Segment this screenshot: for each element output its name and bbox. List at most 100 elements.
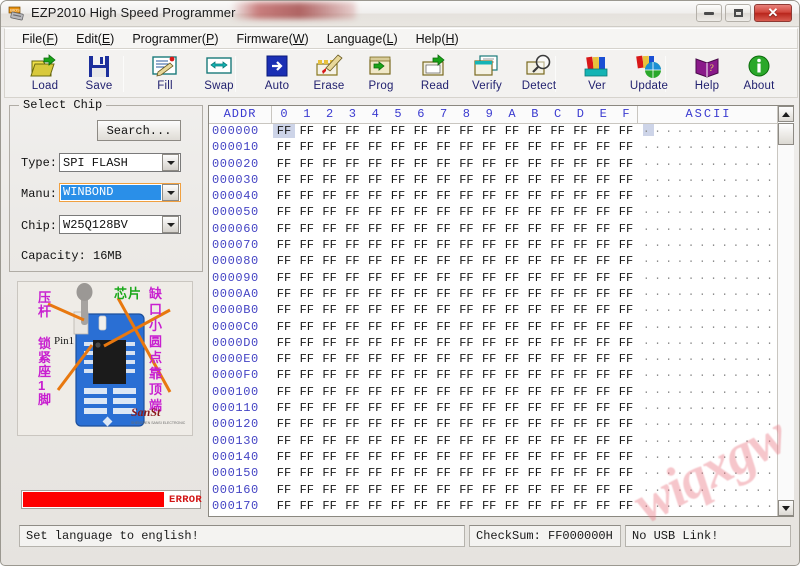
hex-byte-cell[interactable]: FF [319,352,341,366]
hex-byte-cell[interactable]: FF [341,385,363,399]
hex-byte-cell[interactable]: FF [410,205,432,219]
hex-byte-cell[interactable]: FF [364,254,386,268]
hex-byte-cell[interactable]: FF [273,254,295,268]
hex-byte-cell[interactable]: FF [296,173,318,187]
hex-byte-cell[interactable]: FF [273,368,295,382]
hex-byte-cell[interactable]: FF [387,271,409,285]
hex-byte-cell[interactable]: FF [410,368,432,382]
hex-byte-cell[interactable]: FF [319,417,341,431]
hex-byte-cell[interactable]: FF [524,124,546,138]
hex-byte-cell[interactable]: FF [524,417,546,431]
hex-rows-container[interactable]: 000000 FF FF FF FF FF FF FF FF FF FF FF FF FF FF FF FF..… [209,124,778,517]
hex-byte-cell[interactable]: FF [410,287,432,301]
hex-byte-cell[interactable]: FF [410,336,432,350]
menu-item-language[interactable]: Language(L) [318,30,407,48]
hex-byte-cell[interactable]: FF [615,434,637,448]
hex-byte-cell[interactable]: FF [569,287,591,301]
hex-byte-cell[interactable]: FF [547,401,569,415]
hex-byte-cell[interactable]: FF [410,173,432,187]
hex-byte-cell[interactable]: FF [455,434,477,448]
hex-byte-cell[interactable]: FF [547,434,569,448]
hex-byte-cell[interactable]: FF [364,434,386,448]
hex-byte-cell[interactable]: FF [455,450,477,464]
hex-byte-cell[interactable]: FF [501,483,523,497]
menu-item-edit[interactable]: Edit(E) [67,30,123,48]
hex-byte-cell[interactable]: FF [273,483,295,497]
hex-byte-cell[interactable]: FF [547,287,569,301]
hex-byte-cell[interactable]: FF [547,189,569,203]
hex-byte-cell[interactable]: FF [478,271,500,285]
hex-byte-cell[interactable]: FF [455,124,477,138]
hex-byte-cell[interactable]: FF [387,238,409,252]
hex-byte-cell[interactable]: FF [341,499,363,513]
hex-byte-cell[interactable]: FF [524,222,546,236]
hex-byte-cell[interactable]: FF [433,417,455,431]
hex-byte-cell[interactable]: FF [524,401,546,415]
hex-byte-cell[interactable]: FF [341,254,363,268]
hex-byte-cell[interactable]: FF [410,434,432,448]
menu-item-firmware[interactable]: Firmware(W) [227,30,317,48]
hex-byte-cell[interactable]: FF [478,450,500,464]
hex-byte-cell[interactable]: FF [455,352,477,366]
hex-byte-cell[interactable]: FF [524,336,546,350]
hex-byte-cell[interactable]: FF [410,271,432,285]
hex-byte-cell[interactable]: FF [615,320,637,334]
hex-byte-cell[interactable]: FF [273,434,295,448]
hex-ascii-cell[interactable]: ................ [643,287,778,299]
hex-byte-cell[interactable]: FF [455,466,477,480]
hex-byte-cell[interactable]: FF [524,205,546,219]
hex-byte-cell[interactable]: FF [387,205,409,219]
hex-byte-cell[interactable]: FF [433,466,455,480]
hex-byte-cell[interactable]: FF [341,140,363,154]
hex-byte-cell[interactable]: FF [615,499,637,513]
hex-byte-cell[interactable]: FF [455,222,477,236]
hex-byte-cell[interactable]: FF [433,368,455,382]
hex-byte-cell[interactable]: FF [341,287,363,301]
hex-byte-cell[interactable]: FF [387,254,409,268]
hex-byte-cell[interactable]: FF [455,254,477,268]
hex-byte-cell[interactable]: FF [455,368,477,382]
hex-byte-cell[interactable]: FF [410,352,432,366]
chevron-down-icon[interactable] [162,154,179,171]
hex-byte-cell[interactable]: FF [547,499,569,513]
hex-byte-cell[interactable]: FF [455,483,477,497]
hex-byte-cell[interactable]: FF [478,320,500,334]
hex-byte-cell[interactable]: FF [319,140,341,154]
hex-byte-cell[interactable]: FF [319,254,341,268]
hex-byte-cell[interactable]: FF [592,303,614,317]
hex-byte-cell[interactable]: FF [433,352,455,366]
hex-byte-cell[interactable]: FF [501,320,523,334]
hex-byte-cell[interactable]: FF [547,385,569,399]
hex-byte-cell[interactable]: FF [569,499,591,513]
hex-byte-cell[interactable]: FF [319,205,341,219]
hex-byte-cell[interactable]: FF [364,157,386,171]
hex-byte-cell[interactable]: FF [319,385,341,399]
hex-byte-cell[interactable]: FF [592,499,614,513]
hex-row[interactable]: 000140 FF FF FF FF FF FF FF FF FF FF FF FF FF FF FF FF..… [209,450,778,466]
hex-byte-cell[interactable]: FF [592,336,614,350]
hex-byte-cell[interactable]: FF [501,254,523,268]
hex-byte-cell[interactable]: FF [478,336,500,350]
hex-byte-cell[interactable]: FF [524,271,546,285]
hex-row[interactable]: 0000C0 FF FF FF FF FF FF FF FF FF FF FF FF FF FF FF FF..… [209,320,778,336]
hex-byte-cell[interactable]: FF [296,271,318,285]
hex-byte-cell[interactable]: FF [501,157,523,171]
hex-byte-cell[interactable]: FF [478,352,500,366]
hex-byte-cell[interactable]: FF [296,417,318,431]
hex-byte-cell[interactable]: FF [364,401,386,415]
toolbar-button-fill[interactable]: Fill [139,52,191,97]
hex-byte-cell[interactable]: FF [569,320,591,334]
hex-ascii-cell[interactable]: ................ [643,450,778,462]
hex-byte-cell[interactable]: FF [524,466,546,480]
hex-byte-cell[interactable]: FF [296,238,318,252]
hex-byte-cell[interactable]: FF [319,434,341,448]
hex-byte-cell[interactable]: FF [341,320,363,334]
scroll-up-button[interactable] [778,106,794,122]
hex-byte-cell[interactable]: FF [296,222,318,236]
hex-byte-cell[interactable]: FF [433,287,455,301]
hex-byte-cell[interactable]: FF [296,157,318,171]
hex-row[interactable]: 0000F0 FF FF FF FF FF FF FF FF FF FF FF FF FF FF FF FF..… [209,368,778,384]
hex-byte-cell[interactable]: FF [455,205,477,219]
hex-byte-cell[interactable]: FF [501,287,523,301]
hex-byte-cell[interactable]: FF [341,189,363,203]
